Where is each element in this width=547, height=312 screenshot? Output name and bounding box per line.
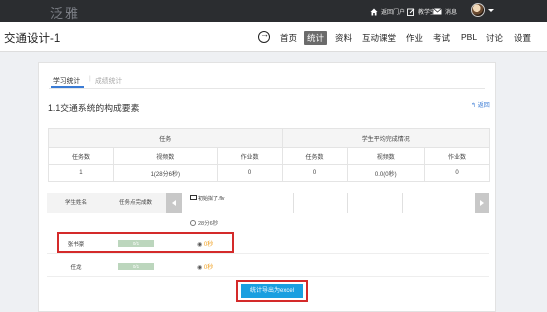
student-name-header: 学生姓名 bbox=[47, 193, 105, 213]
nav-exams[interactable]: 考试 bbox=[433, 32, 450, 44]
eye-icon: ◉ bbox=[197, 265, 204, 271]
tab-grade-stats[interactable]: 成绩统计 bbox=[95, 75, 122, 85]
duration-text: 28分6秒 bbox=[198, 221, 219, 227]
task-group-header: 任务 bbox=[48, 128, 283, 148]
course-header: 交通设计-1 首页 统计 资料 互动课堂 作业 考试 PBL 讨论 设置 bbox=[0, 22, 547, 52]
highlight-annotation bbox=[57, 232, 234, 253]
section-title: 1.1交通系统的构成要素 bbox=[48, 103, 140, 113]
tab-learning-stats[interactable]: 学习统计 bbox=[53, 75, 80, 85]
back-arrow-icon: ↰ bbox=[471, 103, 478, 109]
column-header: 任务数 bbox=[281, 147, 348, 165]
summary-table: 任务 学生平均完成情况 任务数 视频数 作业数 任务数 视频数 作业数 1 1(… bbox=[48, 128, 491, 182]
back-link-label: 返回 bbox=[477, 103, 490, 109]
course-title: 交通设计-1 bbox=[4, 33, 61, 45]
nav-home[interactable]: 首页 bbox=[280, 32, 297, 44]
video-duration: 28分6秒 bbox=[190, 219, 218, 227]
nav-homework[interactable]: 作业 bbox=[406, 32, 423, 44]
tasks-done-header: 任务点完成数 bbox=[105, 193, 166, 213]
nav-pbl[interactable]: PBL bbox=[461, 32, 477, 42]
column-divider bbox=[402, 193, 403, 213]
avg-group-header: 学生平均完成情况 bbox=[281, 128, 491, 148]
monitor-icon bbox=[190, 195, 197, 200]
column-divider bbox=[293, 193, 294, 213]
task-column-header: 初始拟了.flv bbox=[188, 193, 293, 213]
column-header: 作业数 bbox=[216, 147, 283, 165]
column-divider bbox=[347, 193, 348, 213]
arrow-right-circle-icon[interactable] bbox=[258, 29, 270, 43]
table-cell: 0 bbox=[216, 164, 283, 182]
messages-link[interactable]: 消息 bbox=[433, 6, 457, 17]
table-cell: 0 bbox=[281, 164, 348, 182]
table-cell: 1(28分6秒) bbox=[112, 164, 218, 182]
scroll-left-button[interactable] bbox=[166, 193, 182, 213]
column-header: 作业数 bbox=[423, 147, 491, 165]
task-label: 初始拟了.flv bbox=[198, 196, 225, 202]
home-icon bbox=[370, 8, 378, 16]
top-bar: 泛雅 返回门户 教学空间 消息 bbox=[0, 0, 547, 22]
column-header: 视频数 bbox=[346, 147, 425, 165]
table-cell: 0.0(0秒) bbox=[346, 164, 425, 182]
portal-link-label: 返回门户 bbox=[381, 10, 406, 16]
app-logo[interactable]: 泛雅 bbox=[50, 3, 80, 22]
progress-bar: 0/1 bbox=[118, 263, 154, 270]
clock-icon bbox=[190, 220, 196, 226]
view-time: 0秒 bbox=[203, 265, 214, 271]
portal-link[interactable]: 返回门户 bbox=[370, 6, 405, 17]
divider bbox=[49, 88, 485, 89]
tab-separator: | bbox=[89, 75, 91, 82]
student-table-header: 学生姓名 任务点完成数 初始拟了.flv bbox=[47, 193, 489, 213]
export-excel-button[interactable]: 统计导出为excel bbox=[241, 284, 303, 298]
table-row: 任龙 0/1 ◉ 0秒 bbox=[47, 255, 489, 277]
avatar[interactable] bbox=[471, 3, 485, 17]
nav-materials[interactable]: 资料 bbox=[335, 32, 352, 44]
column-header: 视频数 bbox=[112, 147, 218, 165]
table-cell: 1 bbox=[48, 164, 114, 182]
student-name: 任龙 bbox=[70, 265, 82, 271]
scroll-right-button[interactable] bbox=[475, 193, 489, 213]
chevron-down-icon[interactable] bbox=[488, 9, 494, 12]
nav-interactive-class[interactable]: 互动课堂 bbox=[362, 32, 396, 44]
nav-discussion[interactable]: 讨论 bbox=[486, 32, 503, 44]
nav-settings[interactable]: 设置 bbox=[514, 32, 531, 44]
back-link[interactable]: ↰ 返回 bbox=[471, 100, 490, 109]
table-cell: 0 bbox=[423, 164, 491, 182]
messages-label: 消息 bbox=[445, 10, 458, 16]
column-header: 任务数 bbox=[48, 147, 114, 165]
mail-icon bbox=[433, 7, 442, 16]
edit-icon bbox=[407, 8, 415, 16]
nav-statistics[interactable]: 统计 bbox=[304, 31, 328, 45]
view-status[interactable]: ◉ 0秒 bbox=[197, 262, 213, 271]
